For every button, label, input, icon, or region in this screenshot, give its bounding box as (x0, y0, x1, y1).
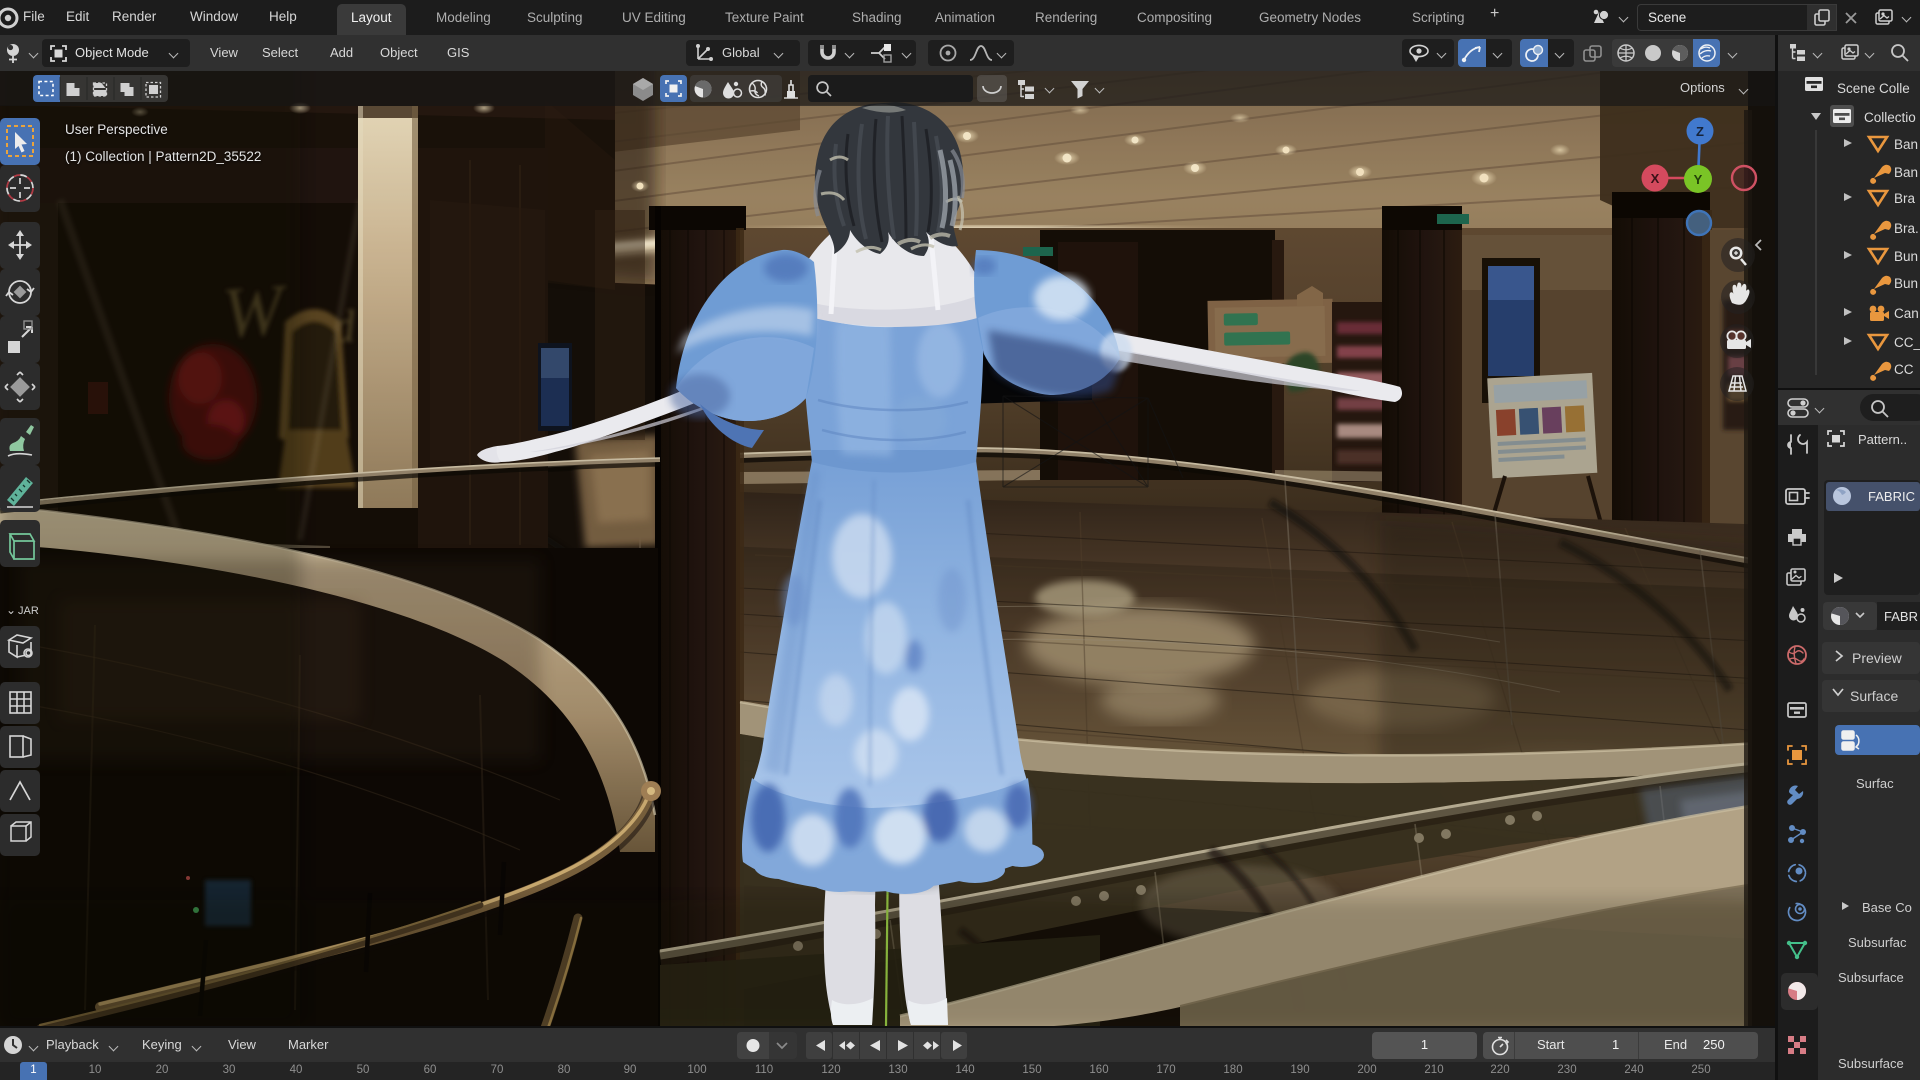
svg-text:⌄: ⌄ (6, 603, 16, 617)
svg-text:Scene Colle: Scene Colle (1837, 81, 1910, 96)
svg-text:Surface: Surface (1850, 688, 1898, 704)
svg-text:Collectio: Collectio (1864, 110, 1916, 125)
svg-text:Bun: Bun (1894, 249, 1918, 264)
svg-text:Pattern..: Pattern.. (1858, 432, 1907, 447)
svg-text:Subsurface: Subsurface (1838, 970, 1904, 985)
svg-text:Ban: Ban (1894, 165, 1918, 180)
svg-text:CC: CC (1894, 362, 1914, 377)
svg-text:Subsurfac: Subsurfac (1848, 935, 1907, 950)
svg-text:Bra: Bra (1894, 191, 1916, 206)
svg-text:Bun: Bun (1894, 276, 1918, 291)
svg-text:FABRIC: FABRIC (1868, 489, 1915, 504)
svg-text:Preview: Preview (1852, 650, 1903, 666)
svg-text:Base Co: Base Co (1862, 900, 1912, 915)
svg-text:Can: Can (1894, 306, 1919, 321)
svg-text:CC_: CC_ (1894, 335, 1920, 350)
svg-text:JAR: JAR (18, 605, 39, 617)
svg-text:Bra.: Bra. (1894, 221, 1919, 236)
svg-text:FABR: FABR (1884, 609, 1918, 624)
svg-text:Surfac: Surfac (1856, 776, 1894, 791)
svg-text:Ban: Ban (1894, 137, 1918, 152)
